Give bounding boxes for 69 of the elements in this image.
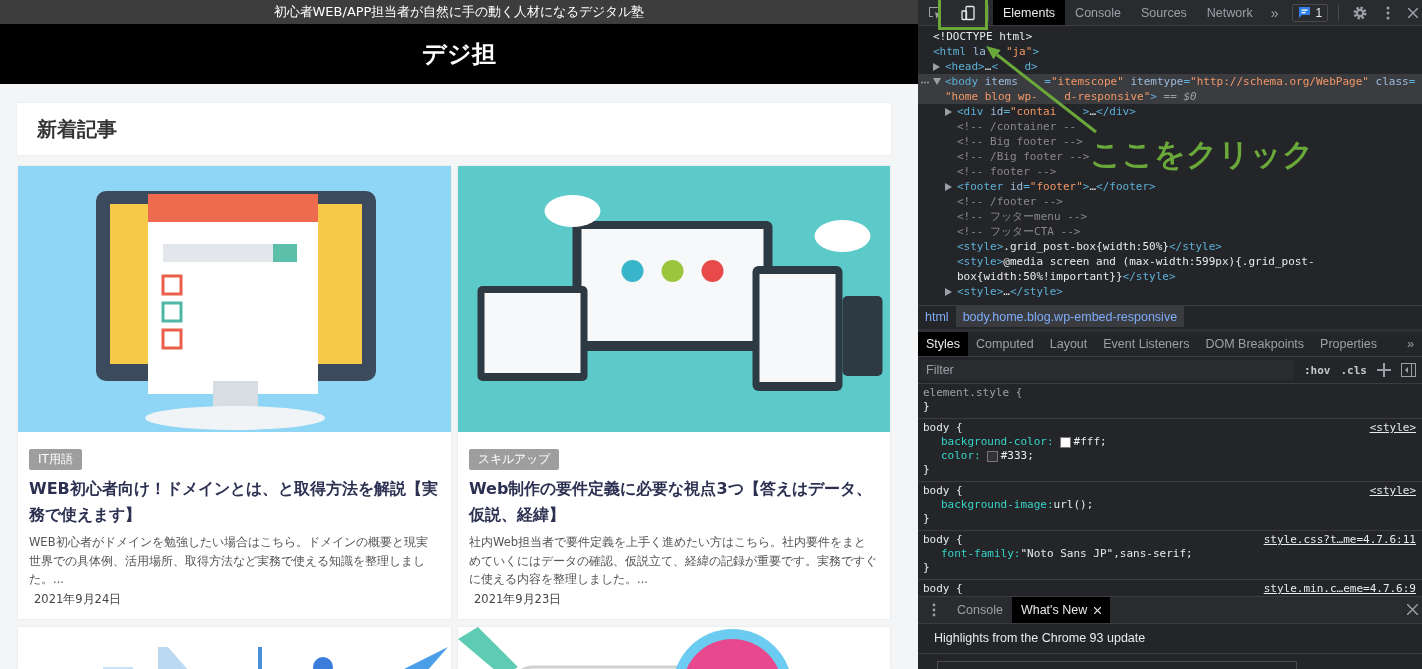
code-line[interactable]: <body items ="itemscope" itemtype="http://schema.org/WebPage" class= <box>945 74 1416 89</box>
site-tagline: 初心者WEB/APP担当者が自然に手の動く人材になるデジタル塾 <box>273 3 645 21</box>
post-date: 2021年9月24日 <box>33 591 122 607</box>
section-heading: 新着記事 <box>37 115 117 143</box>
sidebar-tab[interactable]: Event Listeners <box>1095 332 1198 356</box>
hover-state-toggle[interactable]: :hov <box>1304 363 1331 377</box>
code-line[interactable]: <html la "ja"> <box>933 44 1039 59</box>
drawer-tab[interactable]: Console <box>948 597 1012 623</box>
drawer-tab[interactable]: What's New <box>1011 597 1111 623</box>
more-tabs-button[interactable]: » <box>1399 332 1422 356</box>
rule-selector: body { <box>923 484 963 498</box>
rule-selector: body { <box>923 533 963 547</box>
breadcrumb[interactable]: html <box>918 306 956 327</box>
code-line[interactable]: <style>…</style> <box>957 284 1063 299</box>
code-line[interactable]: <footer id="footer">…</footer> <box>957 179 1156 194</box>
panel-tab[interactable]: Elements <box>993 0 1066 25</box>
rule-selector: body { <box>923 582 963 596</box>
panel-tab[interactable]: Sources <box>1131 0 1197 25</box>
closing-brace: } <box>923 561 931 575</box>
style-declaration[interactable]: background-image:url(); <box>923 498 1416 512</box>
panel-tab[interactable]: Network <box>1196 0 1263 25</box>
style-declaration[interactable]: font-family:"Noto Sans JP",sans-serif; <box>923 547 1416 561</box>
post-card[interactable]: IT用語 WEB初心者向け！ドメインとは、と取得方法を解説【実務で使えます】 WEB初心者がドメインを勉強したい場合はこちら。ドメインの概要と現実世界での具体例、活用場所、取得方法など実務で使える知識を整理しました。... 2021年9月24日 <box>18 166 451 619</box>
code-line[interactable]: "home blog wp- d-responsive"> == $0 <box>945 89 1416 104</box>
sidebar-tab[interactable]: Styles <box>918 332 969 356</box>
post-title[interactable]: WEB初心者向け！ドメインとは、と取得方法を解説【実務で使えます】 <box>29 476 439 528</box>
code-line[interactable]: <!-- /container -- <box>957 119 1077 134</box>
panel-tab[interactable]: Console <box>1065 0 1131 25</box>
post-excerpt: WEB初心者がドメインを勉強したい場合はこちら。ドメインの概要と現実世界での具体例、活用場所、取得方法など実務で使える知識を整理しました。... <box>29 534 429 588</box>
code-line[interactable]: box{width:50%!important}}</style> <box>957 269 1315 284</box>
rule-selector: body { <box>923 421 963 435</box>
breadcrumb[interactable]: body.home.blog.wp-embed-responsive <box>955 306 1185 327</box>
code-line[interactable]: <!-- フッターCTA --> <box>957 224 1081 239</box>
more-tabs-button[interactable]: » <box>1262 4 1287 21</box>
issues-button[interactable]: 1 <box>1292 3 1329 22</box>
code-line[interactable]: <!DOCTYPE html> <box>933 29 1033 44</box>
annotation-label: ここをクリック <box>1090 135 1314 174</box>
code-line[interactable]: <div id="contai >…</div> <box>957 104 1136 119</box>
post-excerpt: 社内Web担当者で要件定義を上手く進めたい方はこちら。社内要件をまとめていくにはデータの確認、仮説立て、経緯の記録が重要です。実務ですぐに使える内容を整理しました。... <box>469 534 878 588</box>
post-card[interactable]: スキルアップ Web制作の要件定義に必要な視点3つ【答えはデータ、仮説、経緯】 社内Web担当者で要件定義を上手く進めたい方はこちら。社内要件をまとめていくにはデータの確認、仮説立て、経緯の記録が重要です。実務ですぐに使える内容を整理しました。... 2021年9月23日 <box>458 166 890 619</box>
source-link[interactable]: style.min.c…eme=4.7.6:9 <box>1263 582 1416 596</box>
sidebar-tab[interactable]: DOM Breakpoints <box>1197 332 1313 356</box>
code-line[interactable]: <!-- footer --> <box>957 164 1057 179</box>
source-link[interactable]: style.css?t…me=4.7.6:11 <box>1263 533 1416 547</box>
sidebar-tab[interactable]: Computed <box>968 332 1042 356</box>
code-line[interactable]: <!-- フッターmenu --> <box>957 209 1088 224</box>
sidebar-tab[interactable]: Layout <box>1041 332 1096 356</box>
filter-field[interactable]: Filter <box>921 360 1294 380</box>
closing-brace: } <box>923 463 931 477</box>
code-line[interactable]: <style>@media screen and (max-width:599px){.grid_post- <box>957 254 1315 269</box>
code-line[interactable]: <!-- /footer --> <box>957 194 1063 209</box>
style-declaration[interactable]: background-color: #fff; <box>923 435 1416 449</box>
closing-brace: } <box>923 512 931 526</box>
whats-new-headline: Highlights from the Chrome 93 update <box>918 624 1422 654</box>
rule-selector: element.style { <box>923 386 1023 400</box>
source-link[interactable]: <style> <box>1369 421 1416 435</box>
source-link[interactable]: <style> <box>1369 484 1416 498</box>
site-title[interactable]: デジ担 <box>422 38 496 70</box>
code-line[interactable]: <style>.grid_post-box{width:50%}</style> <box>957 239 1222 254</box>
post-date: 2021年9月23日 <box>473 591 562 607</box>
style-declaration[interactable]: color: #333; <box>923 449 1416 463</box>
code-line[interactable]: <!-- /Big footer --> <box>957 149 1090 164</box>
code-line[interactable]: <!-- Big footer --> <box>957 134 1083 149</box>
post-title[interactable]: Web制作の要件定義に必要な視点3つ【答えはデータ、仮説、経緯】 <box>469 476 878 528</box>
selected-node-row[interactable]: <body items ="itemscope" itemtype="http://schema.org/WebPage" class= "home blog wp- d-responsive"> == $0 <box>918 74 1422 104</box>
code-line[interactable]: <head>…< d> <box>945 59 1038 74</box>
closing-brace: } <box>923 400 931 414</box>
sidebar-tab[interactable]: Properties <box>1312 332 1386 356</box>
class-toggle[interactable]: .cls <box>1340 363 1367 377</box>
